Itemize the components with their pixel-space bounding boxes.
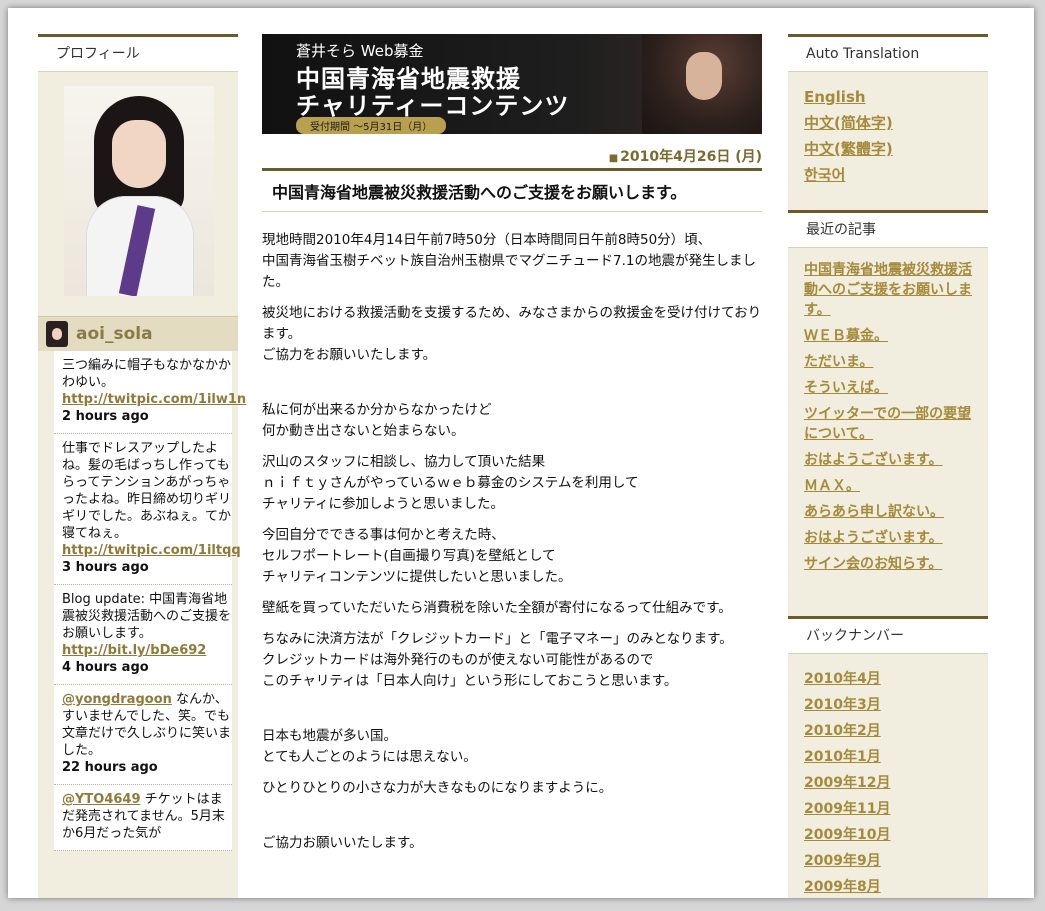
tweet-text: @YTO4649 チケットはまだ発売されてません。5月末か6月だった気が <box>62 791 232 842</box>
backnumber-link[interactable]: 2009年8月 <box>804 874 988 898</box>
tweet-timestamp[interactable]: 4 hours ago <box>62 659 232 676</box>
tweet-item: 三つ編みに帽子もなかなかかわゆい。 http://twitpic.com/1il… <box>54 351 246 434</box>
language-link-korean[interactable]: 한국어 <box>804 162 988 188</box>
post-date-text: 2010年4月26日 (月) <box>620 149 762 165</box>
recent-post-link[interactable]: ただいま。 <box>804 352 979 372</box>
tweet-link[interactable]: http://twitpic.com/1ilw1n <box>62 392 246 407</box>
post-title[interactable]: 中国青海省地震被災救援活動へのご支援をお願いします。 <box>262 168 762 212</box>
banner-subtitle: 蒼井そら Web募金 <box>296 42 424 60</box>
recent-post-link[interactable]: ツイッターでの一部の要望について。 <box>804 404 979 444</box>
language-link-zh-simplified[interactable]: 中文(简体字) <box>804 110 988 136</box>
language-link-english[interactable]: English <box>804 84 988 110</box>
tweet-item: @YTO4649 チケットはまだ発売されてません。5月末か6月だった気が <box>54 785 232 851</box>
tweet-timestamp[interactable]: 3 hours ago <box>62 559 232 576</box>
recent-post-link[interactable]: サイン会のお知らす。 <box>804 554 979 574</box>
tweet-timestamp[interactable]: 22 hours ago <box>62 759 232 776</box>
tweet-link[interactable]: http://bit.ly/bDe692 <box>62 643 206 658</box>
language-link-zh-traditional[interactable]: 中文(繁體字) <box>804 136 988 162</box>
backnumber-link[interactable]: 2009年10月 <box>804 822 988 848</box>
backnumber-link[interactable]: 2009年9月 <box>804 848 988 874</box>
twitter-username[interactable]: aoi_sola <box>76 324 153 344</box>
twitter-avatar[interactable] <box>46 321 68 347</box>
tweet-mention[interactable]: @YTO4649 <box>62 792 141 807</box>
tweet-link[interactable]: http://twitpic.com/1iltqq <box>62 543 241 558</box>
post-paragraph: ご協力お願いいたします。 <box>262 835 423 851</box>
post-paragraph: 現地時間2010年4月14日午前7時50分（日本時間同日午前8時50分）頃、 中… <box>262 232 756 290</box>
banner-title-line2: チャリティーコンテンツ <box>296 92 570 120</box>
backnumber-link[interactable]: 2010年1月 <box>804 744 988 770</box>
main-content: 蒼井そら Web募金 中国青海省地震救援 チャリティーコンテンツ 受付期間 ～5… <box>262 34 762 864</box>
square-bullet-icon: ■ <box>608 153 619 164</box>
recent-post-link[interactable]: ＷＥＢ募金。 <box>804 326 979 346</box>
backnumber-link[interactable]: 2009年12月 <box>804 770 988 796</box>
blog-page: プロフィール aoi_sola 三つ編みに帽子もなかなかかわゆい。 http:/… <box>22 18 1022 898</box>
tweet-text: Blog update: 中国青海省地震被災救援活動へのご支援をお願いします。 <box>62 592 232 641</box>
backnumber-link[interactable]: 2010年3月 <box>804 692 988 718</box>
recent-posts-list: 中国青海省地震被災救援活動へのご支援をお願いします。 ＷＥＢ募金。 ただいま。 … <box>788 248 988 586</box>
tweet-mention[interactable]: @yongdragoon <box>62 692 172 707</box>
post-body: 現地時間2010年4月14日午前7時50分（日本時間同日午前8時50分）頃、 中… <box>262 212 762 854</box>
post-date: ■ 2010年4月26日 (月) <box>262 146 762 168</box>
post-paragraph: 沢山のスタッフに相談し、協力して頂いた結果 ｎｉｆｔｙさんがやっているｗｅｂ募金… <box>262 454 639 512</box>
charity-banner[interactable]: 蒼井そら Web募金 中国青海省地震救援 チャリティーコンテンツ 受付期間 ～5… <box>262 34 762 134</box>
post-paragraph: 今回自分でできる事は何かと考えた時、 セルフポートレート(自画撮り写真)を壁紙と… <box>262 527 572 585</box>
profile-photo[interactable] <box>64 86 214 296</box>
tweet-item: @yongdragoon なんか、すいませんでした、笑。でも文章だけで久しぶりに… <box>54 685 232 785</box>
tweet-text: 三つ編みに帽子もなかなかかわゆい。 <box>62 358 232 390</box>
recent-post-link[interactable]: おはようございます。 <box>804 450 979 470</box>
post-paragraph: ちなみに決済方法が「クレジットカード」と「電子マネー」のみとなります。 クレジッ… <box>262 631 733 689</box>
tweet-text: 仕事でドレスアップしたよね。髪の毛ばっちし作ってもらってテンションあがっちゃった… <box>62 441 232 541</box>
backnumber-link[interactable]: 2010年2月 <box>804 718 988 744</box>
auto-translation-heading: Auto Translation <box>788 34 988 72</box>
post-paragraph: 被災地における救援活動を支援するため、みなさまからの救援金を受け付けております。… <box>262 305 762 363</box>
right-sidebar: Auto Translation English 中文(简体字) 中文(繁體字)… <box>788 34 988 898</box>
banner-period-badge: 受付期間 ～5月31日（月） <box>296 117 447 134</box>
recent-post-link[interactable]: おはようございます。 <box>804 528 979 548</box>
tweet-timestamp[interactable]: 2 hours ago <box>62 408 232 425</box>
post-paragraph: 日本も地震が多い国。 とても人ごとのようには思えない。 <box>262 728 477 765</box>
backnumber-list: 2010年4月 2010年3月 2010年2月 2010年1月 2009年12月… <box>788 654 988 898</box>
recent-post-link[interactable]: 中国青海省地震被災救援活動へのご支援をお願いします。 <box>804 260 979 320</box>
backnumber-heading: バックナンバー <box>788 616 988 654</box>
backnumber-link[interactable]: 2010年4月 <box>804 666 988 692</box>
profile-heading: プロフィール <box>38 34 238 72</box>
twitter-widget-header: aoi_sola <box>38 316 238 351</box>
screenshot-frame: プロフィール aoi_sola 三つ編みに帽子もなかなかかわゆい。 http:/… <box>8 8 1034 898</box>
tweet-item: Blog update: 中国青海省地震被災救援活動へのご支援をお願いします。 … <box>54 585 232 685</box>
backnumber-link[interactable]: 2009年11月 <box>804 796 988 822</box>
recent-posts-heading: 最近の記事 <box>788 210 988 248</box>
left-sidebar: プロフィール aoi_sola 三つ編みに帽子もなかなかかわゆい。 http:/… <box>38 34 246 898</box>
post-paragraph: 壁紙を買っていただいたら消費税を除いた全額が寄付になるって仕組みです。 <box>262 600 732 616</box>
banner-photo <box>642 34 762 134</box>
tweet-text: @yongdragoon なんか、すいませんでした、笑。でも文章だけで久しぶりに… <box>62 691 232 759</box>
recent-post-link[interactable]: ＭＡＸ。 <box>804 476 979 496</box>
language-links: English 中文(简体字) 中文(繁體字) 한국어 <box>788 72 988 194</box>
tweet-item: 仕事でドレスアップしたよね。髪の毛ばっちし作ってもらってテンションあがっちゃった… <box>54 434 241 585</box>
post-paragraph: 私に何が出来るか分からなかったけど 何か動き出さないと始まらない。 <box>262 402 492 439</box>
post-paragraph: ひとりひとりの小さな力が大きなものになりますように。 <box>262 780 613 796</box>
recent-post-link[interactable]: そういえば。 <box>804 378 979 398</box>
recent-post-link[interactable]: あらあら申し訳ない。 <box>804 502 979 522</box>
